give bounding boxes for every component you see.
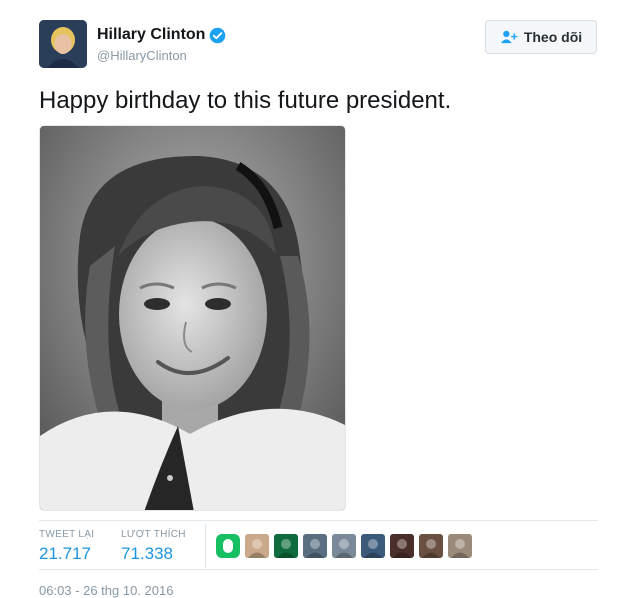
tweet-text: Happy birthday to this future president. <box>39 87 452 114</box>
like-count: 71.338 <box>121 544 173 563</box>
stats-top-divider <box>39 520 598 521</box>
liker-avatars <box>216 534 477 558</box>
liker-avatar[interactable] <box>361 534 385 558</box>
stats-bottom-divider <box>39 569 598 570</box>
like-label: LƯỢT THÍCH <box>121 529 186 540</box>
follow-button[interactable]: Theo dõi <box>485 20 597 54</box>
liker-avatar-icon <box>364 539 382 558</box>
user-handle[interactable]: @HillaryClinton <box>97 48 187 63</box>
stats-separator <box>205 524 206 568</box>
retweet-count: 21.717 <box>39 544 91 563</box>
liker-avatar-icon <box>223 539 233 553</box>
liker-avatar-icon <box>248 539 266 558</box>
add-user-icon <box>500 30 518 44</box>
follow-button-label: Theo dõi <box>523 29 583 45</box>
liker-avatar[interactable] <box>390 534 414 558</box>
tweet-photo[interactable] <box>39 125 346 511</box>
avatar-image <box>39 20 87 68</box>
portrait-photo <box>40 126 345 510</box>
liker-avatar[interactable] <box>448 534 472 558</box>
liker-avatar[interactable] <box>245 534 269 558</box>
retweet-stat[interactable]: TWEET LẠI 21.717 <box>39 529 94 564</box>
like-stat[interactable]: LƯỢT THÍCH 71.338 <box>121 529 186 564</box>
liker-avatar[interactable] <box>303 534 327 558</box>
user-name-row: Hillary Clinton <box>97 26 226 44</box>
avatar[interactable] <box>39 20 87 68</box>
verified-badge-icon <box>210 27 226 43</box>
liker-avatar-icon <box>335 539 353 558</box>
liker-avatar-icon <box>306 539 324 558</box>
liker-avatar-icon <box>393 539 411 558</box>
user-name[interactable]: Hillary Clinton <box>97 26 205 44</box>
liker-avatar-icon <box>451 539 469 558</box>
liker-avatar-icon <box>422 539 440 558</box>
tweet-timestamp[interactable]: 06:03 - 26 thg 10. 2016 <box>39 583 173 598</box>
liker-avatar[interactable] <box>216 534 240 558</box>
retweet-label: TWEET LẠI <box>39 529 95 540</box>
liker-avatar-icon <box>277 539 295 558</box>
liker-avatar[interactable] <box>419 534 443 558</box>
liker-avatar[interactable] <box>332 534 356 558</box>
liker-avatar[interactable] <box>274 534 298 558</box>
